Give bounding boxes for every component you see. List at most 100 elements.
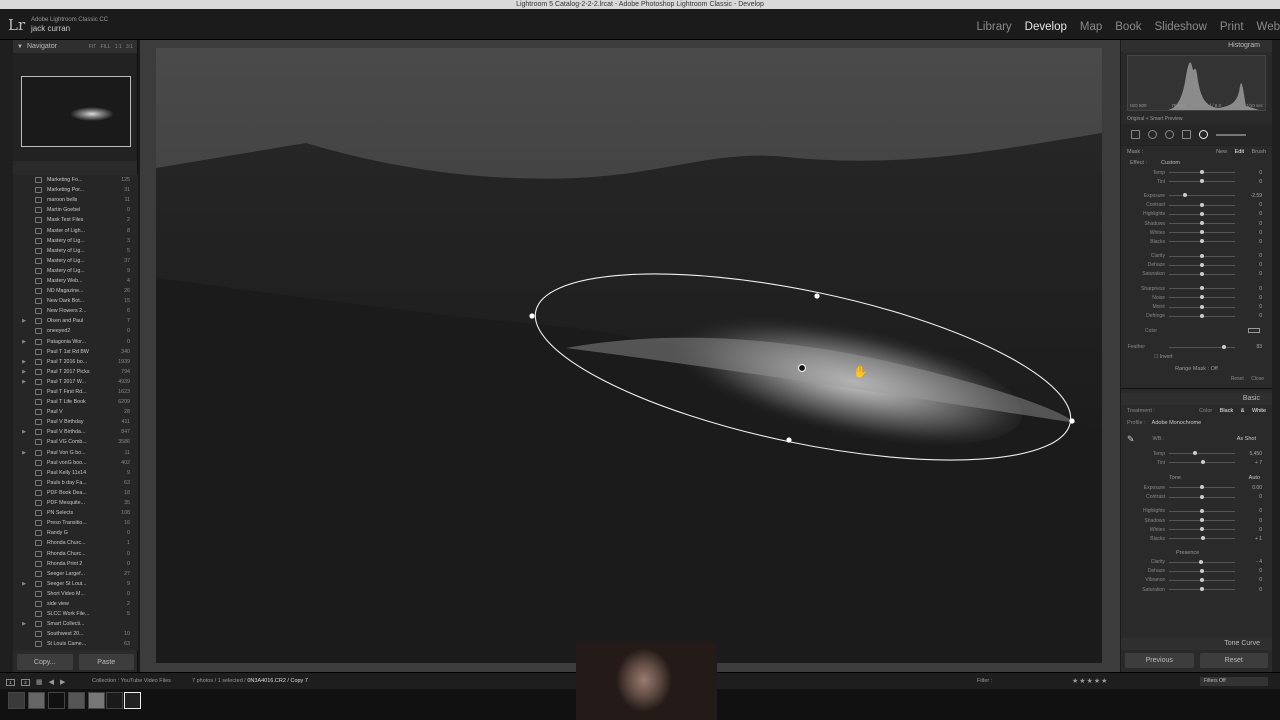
slider-track[interactable] bbox=[1169, 202, 1235, 207]
slider-track[interactable] bbox=[1169, 211, 1235, 216]
module-library[interactable]: Library bbox=[977, 21, 1012, 35]
collection-item[interactable]: Rhonda Churc... 1 bbox=[13, 538, 138, 548]
slider-track[interactable] bbox=[1169, 271, 1235, 276]
collection-item[interactable]: Mastery of Lig... 37 bbox=[13, 256, 138, 266]
slider-track[interactable] bbox=[1169, 577, 1235, 582]
slider-thumb[interactable] bbox=[1200, 179, 1204, 184]
slider-thumb[interactable] bbox=[1200, 536, 1205, 541]
color-swatch[interactable] bbox=[1248, 328, 1260, 334]
collection-item[interactable]: PDF Book Dea... 18 bbox=[13, 488, 138, 498]
collection-item[interactable]: ▶ Smart Collecti... bbox=[13, 619, 138, 629]
filmstrip-source[interactable]: Collection : YouTube Video Files bbox=[92, 678, 171, 684]
slider-thumb[interactable] bbox=[1200, 202, 1204, 207]
tone-curve-title[interactable]: Tone Curve bbox=[1121, 638, 1272, 650]
expand-triangle-icon[interactable]: ▶ bbox=[13, 369, 35, 375]
slider-track[interactable] bbox=[1169, 221, 1235, 226]
collection-item[interactable]: SLCC Work File... 5 bbox=[13, 609, 138, 619]
auto-tone-button[interactable]: Auto bbox=[1249, 473, 1260, 483]
slider-thumb[interactable] bbox=[1200, 587, 1204, 592]
collection-item[interactable]: Short Video M... 0 bbox=[13, 589, 138, 599]
slider-thumb[interactable] bbox=[1193, 451, 1198, 456]
film-thumb[interactable] bbox=[68, 692, 85, 709]
filters-select[interactable]: Filters Off bbox=[1200, 677, 1268, 686]
expand-triangle-icon[interactable]: ▶ bbox=[13, 359, 35, 365]
collection-item[interactable]: Seeger Largef... 27 bbox=[13, 569, 138, 579]
grid-view-icon[interactable]: ▦ bbox=[36, 678, 43, 686]
previous-button[interactable]: Previous bbox=[1125, 653, 1194, 668]
profile-select[interactable]: Adobe Monochrome bbox=[1152, 420, 1202, 426]
main-screen-button[interactable]: 1 bbox=[6, 678, 15, 686]
red-eye-tool-icon[interactable] bbox=[1165, 130, 1174, 139]
slider-thumb[interactable] bbox=[1200, 494, 1204, 499]
forward-arrow-icon[interactable]: ▶ bbox=[60, 678, 65, 686]
slider-thumb[interactable] bbox=[1200, 221, 1204, 226]
slider-thumb[interactable] bbox=[1200, 170, 1204, 175]
collection-item[interactable]: Mastery of Lig... 5 bbox=[13, 246, 138, 256]
slider-thumb[interactable] bbox=[1200, 239, 1204, 244]
collection-item[interactable]: Mastery of Lig... 3 bbox=[13, 236, 138, 246]
collection-item[interactable]: Pauls b day Fa... 63 bbox=[13, 478, 138, 488]
collection-item[interactable]: ▶ Paul T 2017 W... 4939 bbox=[13, 377, 138, 387]
collection-item[interactable]: Paul Kelly 11x14 9 bbox=[13, 468, 138, 478]
collection-item[interactable]: Marketing Por... 31 bbox=[13, 185, 138, 195]
slider-track[interactable] bbox=[1169, 253, 1235, 258]
mask-new-button[interactable]: New bbox=[1216, 149, 1227, 155]
module-print[interactable]: Print bbox=[1220, 21, 1244, 35]
radial-filter-tool-icon[interactable] bbox=[1199, 130, 1208, 139]
slider-thumb[interactable] bbox=[1200, 577, 1204, 582]
collection-item[interactable]: PDF Mesquite... 35 bbox=[13, 498, 138, 508]
collection-item[interactable]: Preso Transitio... 16 bbox=[13, 518, 138, 528]
expand-triangle-icon[interactable]: ▶ bbox=[13, 450, 35, 456]
expand-triangle-icon[interactable]: ▶ bbox=[13, 339, 35, 345]
mask-edit-button[interactable]: Edit bbox=[1235, 149, 1244, 155]
collection-item[interactable]: side view 2 bbox=[13, 599, 138, 609]
expand-triangle-icon[interactable]: ▶ bbox=[13, 379, 35, 385]
navigator-thumbnail[interactable] bbox=[21, 76, 131, 147]
slider-thumb[interactable] bbox=[1200, 304, 1204, 309]
collection-item[interactable]: ▶ Paul Von G bo... 11 bbox=[13, 448, 138, 458]
spot-removal-tool-icon[interactable] bbox=[1148, 130, 1157, 139]
collection-item[interactable]: Rhonda Churc... 0 bbox=[13, 548, 138, 558]
film-thumb[interactable] bbox=[8, 692, 25, 709]
collection-item[interactable]: Martin Goebel 0 bbox=[13, 205, 138, 215]
feather-slider-thumb[interactable] bbox=[1221, 344, 1226, 349]
module-map[interactable]: Map bbox=[1080, 21, 1102, 35]
graduated-filter-tool-icon[interactable] bbox=[1182, 130, 1191, 139]
slider-track[interactable] bbox=[1169, 536, 1235, 541]
collection-item[interactable]: Paul T First Rd... 1623 bbox=[13, 387, 138, 397]
eyedropper-icon[interactable]: ✎ bbox=[1127, 434, 1135, 445]
expand-triangle-icon[interactable]: ▶ bbox=[13, 429, 35, 435]
slider-thumb[interactable] bbox=[1201, 460, 1206, 465]
module-develop[interactable]: Develop bbox=[1025, 21, 1067, 35]
slider-thumb[interactable] bbox=[1200, 518, 1204, 523]
invert-checkbox[interactable]: ☐ Invert bbox=[1121, 352, 1272, 362]
navigator-header[interactable]: ▼ Navigator FIT FILL 1:1 3:1 bbox=[13, 40, 137, 53]
second-screen-button[interactable]: 2 bbox=[21, 678, 30, 686]
slider-track[interactable] bbox=[1169, 230, 1235, 235]
back-arrow-icon[interactable]: ◀ bbox=[49, 678, 54, 686]
mask-brush-button[interactable]: Brush bbox=[1252, 149, 1266, 155]
slider-thumb[interactable] bbox=[1200, 313, 1204, 318]
selected-file[interactable]: 0N3A4016.CR2 / Copy 7 bbox=[247, 678, 308, 684]
slider-thumb[interactable] bbox=[1200, 568, 1204, 573]
slider-track[interactable] bbox=[1169, 286, 1235, 291]
collection-item[interactable]: oneeyed2 0 bbox=[13, 326, 138, 336]
slider-track[interactable] bbox=[1169, 460, 1235, 465]
film-thumb[interactable] bbox=[88, 692, 105, 709]
collection-item[interactable]: Mastery Web... 4 bbox=[13, 276, 138, 286]
paste-button[interactable]: Paste bbox=[78, 654, 134, 670]
slider-track[interactable] bbox=[1169, 170, 1235, 175]
slider-track[interactable] bbox=[1169, 239, 1235, 244]
collection-item[interactable]: New Flowers 2... 6 bbox=[13, 306, 138, 316]
effect-select[interactable]: Custom bbox=[1161, 160, 1180, 166]
slider-track[interactable] bbox=[1169, 179, 1235, 184]
collection-item[interactable]: Southwest 20... 10 bbox=[13, 629, 138, 639]
film-thumb[interactable] bbox=[48, 692, 65, 709]
reset-button[interactable]: Reset bbox=[1199, 653, 1268, 668]
histogram-title[interactable]: Histogram bbox=[1121, 40, 1272, 52]
copy-button[interactable]: Copy... bbox=[17, 654, 73, 670]
feather-slider[interactable] bbox=[1169, 344, 1235, 349]
collection-item[interactable]: New Dark Bot... 15 bbox=[13, 296, 138, 306]
slider-thumb[interactable] bbox=[1198, 559, 1203, 564]
collection-item[interactable]: ▶ Paul T 2016 bo... 1939 bbox=[13, 357, 138, 367]
